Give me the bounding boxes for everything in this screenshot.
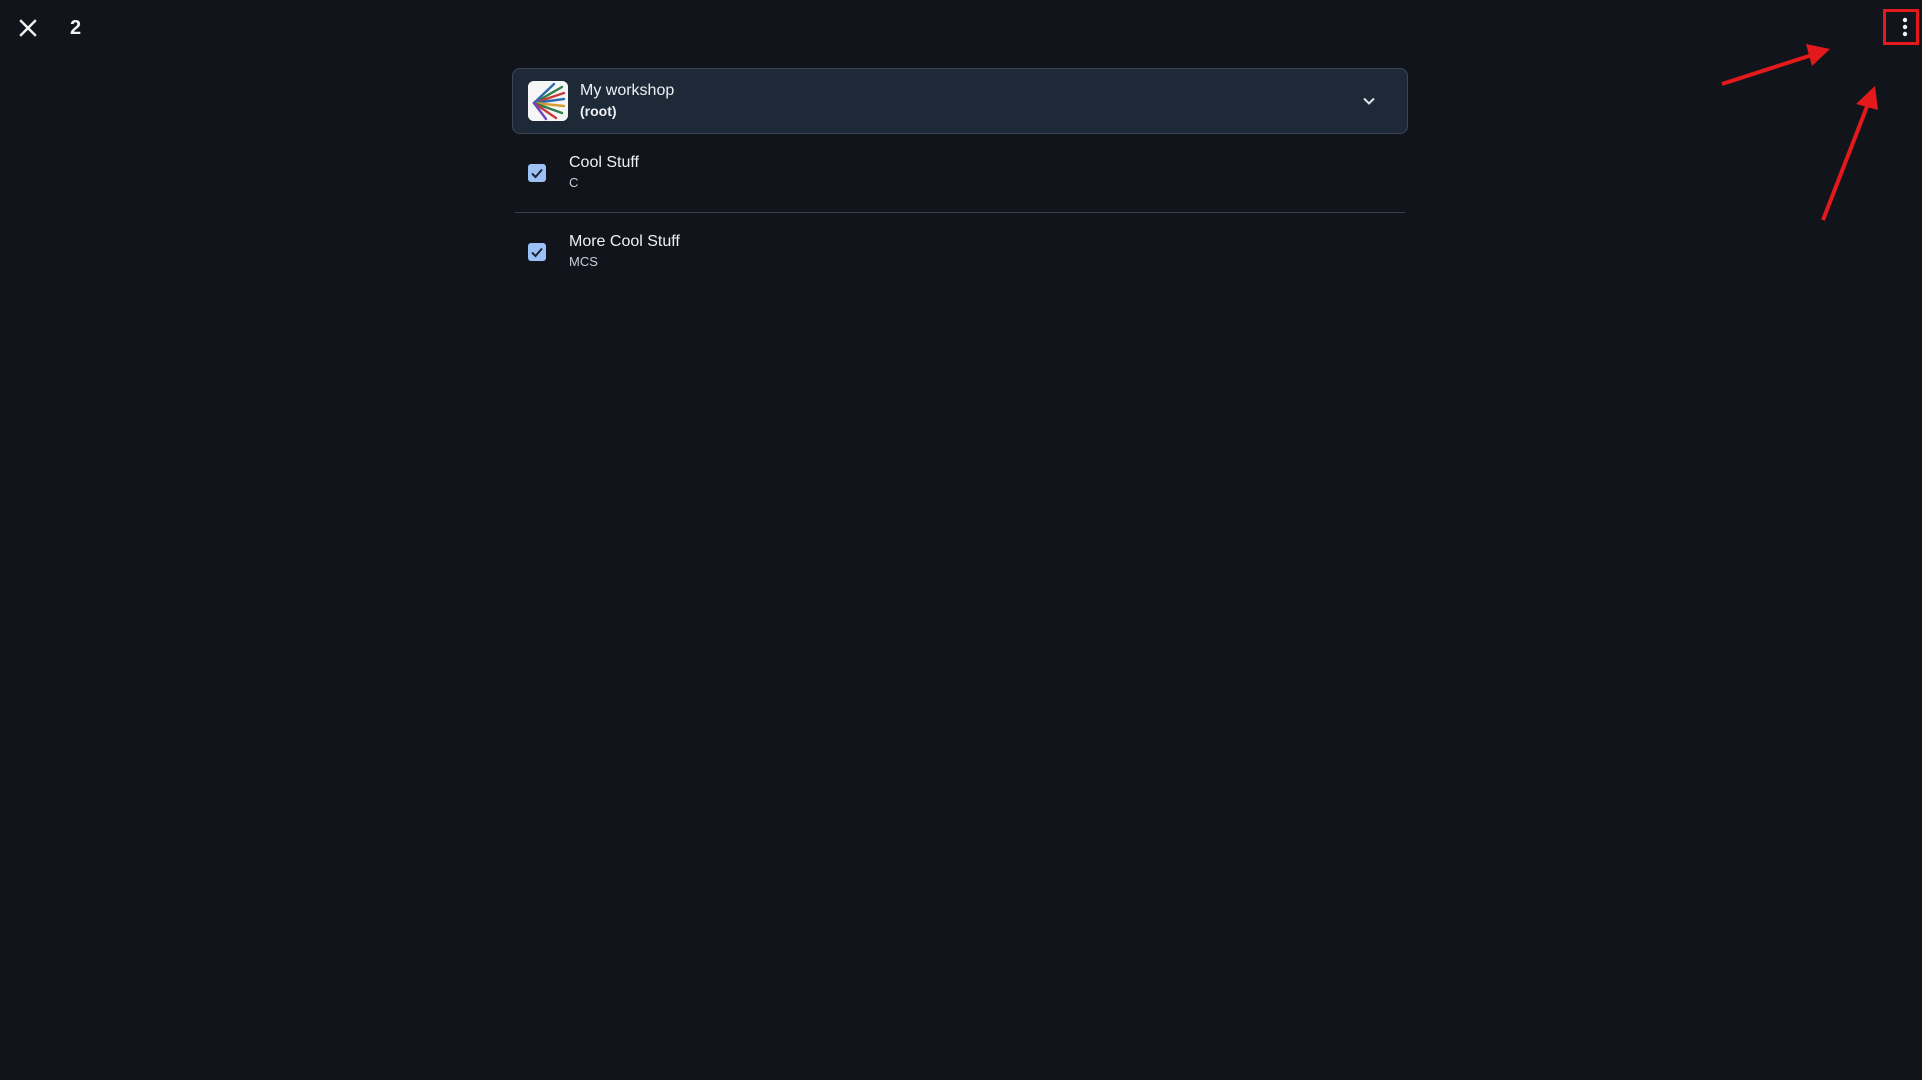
check-icon <box>531 247 543 258</box>
workshop-logo <box>528 81 568 121</box>
item-code: MCS <box>569 254 598 269</box>
check-icon <box>531 168 543 179</box>
close-icon <box>19 19 37 37</box>
main-content: My workshop (root) Cool Stuff C More Coo… <box>512 68 1408 291</box>
annotation-arrow-vertical <box>1821 86 1878 221</box>
item-title: More Cool Stuff <box>569 233 680 250</box>
item-title: Cool Stuff <box>569 154 639 171</box>
list-item[interactable]: Cool Stuff C <box>512 134 1408 212</box>
workshop-subtitle: (root) <box>580 103 617 119</box>
more-vertical-icon <box>1902 17 1908 37</box>
item-code: C <box>569 175 579 190</box>
list-item[interactable]: More Cool Stuff MCS <box>512 213 1408 291</box>
chevron-down-icon[interactable] <box>1359 91 1379 111</box>
selected-count: 2 <box>70 17 82 39</box>
checkbox-checked[interactable] <box>528 243 546 261</box>
workshop-selector[interactable]: My workshop (root) <box>512 68 1408 134</box>
close-button[interactable] <box>14 14 42 42</box>
more-options-button[interactable] <box>1888 9 1922 45</box>
workshop-name: My workshop <box>580 82 675 99</box>
checkbox-checked[interactable] <box>528 164 546 182</box>
top-bar: 2 <box>0 0 1922 56</box>
